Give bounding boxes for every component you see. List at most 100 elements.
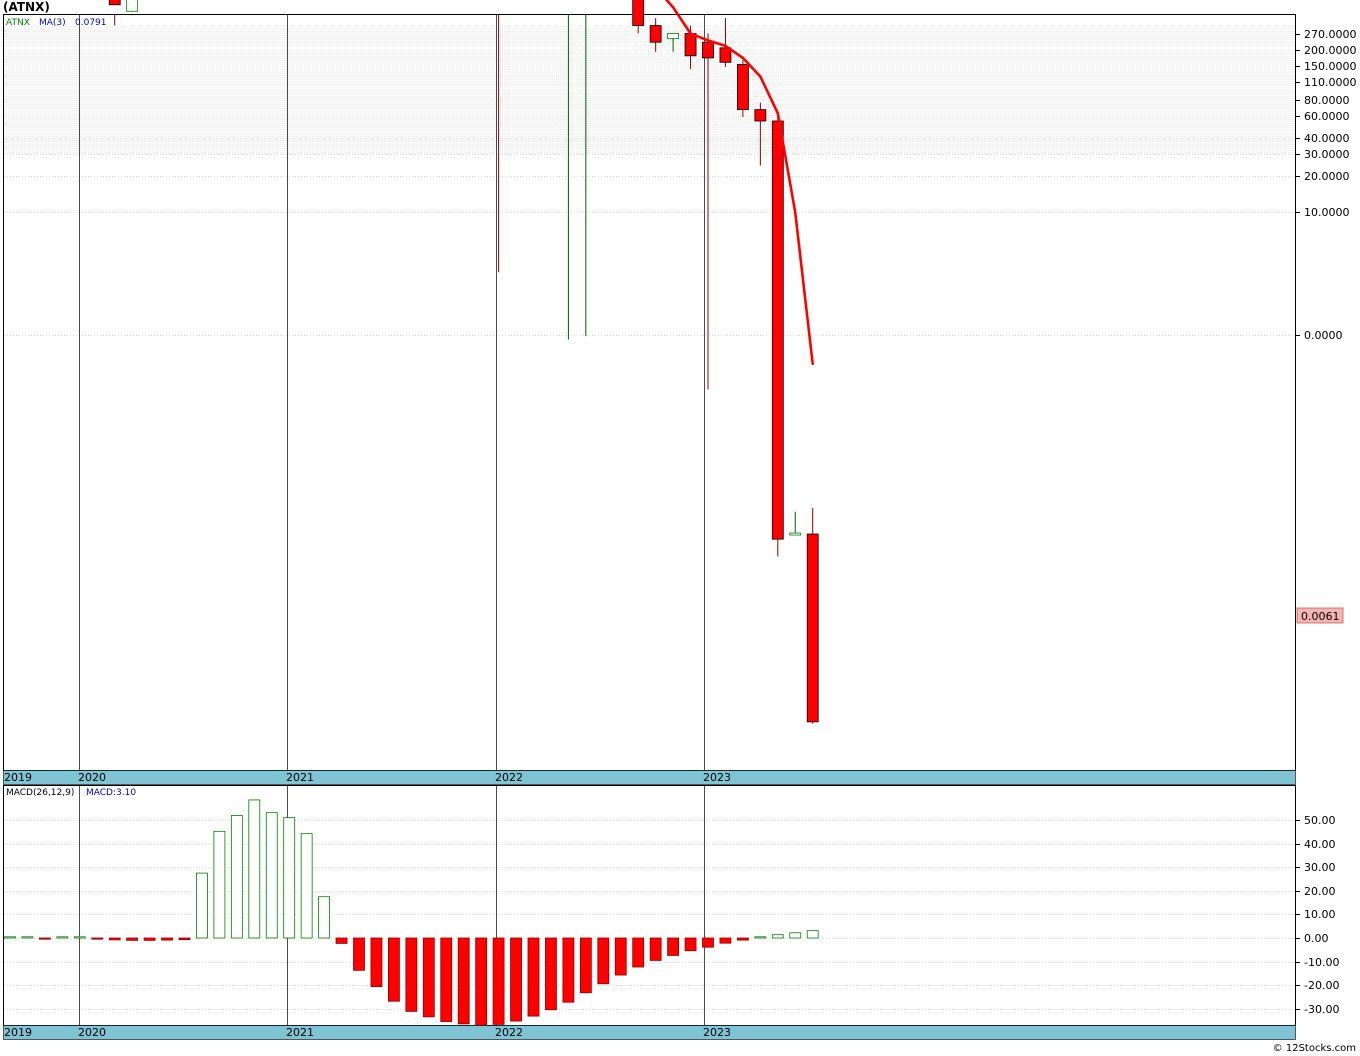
macd-bar xyxy=(527,937,540,1017)
x-tick-label: 2021 xyxy=(286,771,314,784)
macd-bar xyxy=(73,936,86,939)
x-tick-label: 2023 xyxy=(703,771,731,784)
candle-body xyxy=(108,0,121,6)
macd-bar xyxy=(178,937,191,941)
macd-bar xyxy=(806,930,819,939)
macd-y-tick-label: 40.00 xyxy=(1304,838,1336,851)
macd-bar xyxy=(422,937,435,1018)
macd-bar xyxy=(667,937,679,956)
macd-bar xyxy=(789,932,802,939)
candle-body xyxy=(771,120,784,540)
macd-bar xyxy=(248,799,261,939)
macd-bar xyxy=(126,937,139,941)
macd-bar xyxy=(702,937,714,948)
macd-bar xyxy=(353,937,365,971)
macd-bar xyxy=(4,936,16,939)
macd-bar xyxy=(510,937,522,1022)
macd-bar xyxy=(143,937,156,941)
macd-bar xyxy=(562,937,575,1003)
candle-body xyxy=(684,33,697,57)
macd-bar xyxy=(161,937,173,941)
x-tick-label: 2021 xyxy=(286,1026,314,1039)
last-price-label: 0.0061 xyxy=(1301,610,1340,623)
macd-bar xyxy=(213,830,226,939)
macd-bar xyxy=(108,937,121,941)
x-tick-label: 2023 xyxy=(703,1026,731,1039)
macd-y-tick-label: 0.00 xyxy=(1304,932,1329,945)
macd-bar xyxy=(196,872,208,939)
macd-y-tick-label: 20.00 xyxy=(1304,885,1336,898)
legend-ma-value: 0.0791 xyxy=(75,18,107,28)
x-tick-label: 2020 xyxy=(78,771,106,784)
y-tick-label: 80.0000 xyxy=(1304,94,1350,107)
macd-bar xyxy=(579,937,592,994)
y-tick-label: 30.0000 xyxy=(1304,148,1350,161)
macd-bar xyxy=(492,937,505,1025)
macd-bar xyxy=(684,937,697,952)
copyright-text: © 12Stocks.com xyxy=(1272,1043,1356,1054)
candle-body xyxy=(667,33,679,40)
macd-x-axis-band xyxy=(3,1025,1296,1040)
macd-bar xyxy=(91,937,104,940)
macd-bar xyxy=(283,817,296,939)
y-tick-label: 270.0000 xyxy=(1304,28,1357,41)
macd-y-tick-label: 30.00 xyxy=(1304,861,1336,874)
candle-body xyxy=(806,533,819,723)
candle-body xyxy=(737,64,749,111)
macd-y-tick-label: 10.00 xyxy=(1304,908,1336,921)
macd-bar xyxy=(597,937,610,985)
macd-bar xyxy=(335,937,348,944)
x-tick-label: 2022 xyxy=(495,771,523,784)
macd-bar xyxy=(545,937,557,1011)
legend-ma-label: MA(3) xyxy=(39,18,66,28)
y-tick-label: 0.0000 xyxy=(1304,329,1343,342)
x-tick-label: 2020 xyxy=(78,1026,106,1039)
x-tick-label: 2019 xyxy=(4,1026,32,1039)
y-tick-label: 60.0000 xyxy=(1304,110,1350,123)
macd-bar xyxy=(457,937,470,1025)
macd-bar xyxy=(440,937,453,1022)
macd-bar xyxy=(405,937,418,1012)
macd-legend-label: MACD(26,12,9) xyxy=(6,788,74,798)
macd-y-axis: 50.00 40.00 30.00 20.00 10.00 0.00 -10.00 -20.0… xyxy=(1295,814,1339,1016)
macd-bar xyxy=(300,833,313,939)
macd-bar xyxy=(56,936,69,939)
macd-y-tick-label: -10.00 xyxy=(1304,956,1339,969)
y-tick-label: 10.0000 xyxy=(1304,206,1350,219)
y-tick-label: 40.0000 xyxy=(1304,132,1350,145)
macd-legend-value: MACD:3.10 xyxy=(86,788,136,798)
stock-chart: 270.0000 200.0000 150.0000 110.0000 80.0000 6… xyxy=(3,0,1357,1040)
price-y-axis: 270.0000 200.0000 150.0000 110.0000 80.0000 6… xyxy=(1295,28,1357,342)
macd-bar xyxy=(370,937,383,988)
macd-y-tick-label: 50.00 xyxy=(1304,814,1336,827)
legend-symbol: ATNX xyxy=(6,18,30,28)
candle-body xyxy=(632,0,645,26)
macd-bar xyxy=(737,937,749,941)
price-x-axis-band xyxy=(3,770,1296,785)
y-tick-label: 200.0000 xyxy=(1304,44,1357,57)
macd-bar xyxy=(230,815,243,939)
macd-bar xyxy=(475,937,488,1026)
price-panel xyxy=(3,14,1296,771)
candle-body xyxy=(702,41,714,59)
candle-body xyxy=(126,0,139,12)
macd-bar xyxy=(632,937,645,968)
macd-bar xyxy=(21,936,34,939)
macd-bar xyxy=(614,937,627,976)
macd-bar xyxy=(265,812,278,939)
ma-segment xyxy=(664,0,675,9)
x-tick-label: 2019 xyxy=(4,771,32,784)
macd-bar xyxy=(318,896,331,939)
x-tick-label: 2022 xyxy=(495,1026,523,1039)
y-tick-label: 20.0000 xyxy=(1304,170,1350,183)
macd-bar xyxy=(771,934,784,939)
y-tick-label: 150.0000 xyxy=(1304,60,1357,73)
candle-body xyxy=(649,25,662,43)
macd-bar xyxy=(649,937,662,961)
macd-bar xyxy=(719,937,732,944)
macd-bar xyxy=(754,936,767,939)
macd-y-tick-label: -30.00 xyxy=(1304,1003,1339,1016)
macd-bar xyxy=(387,937,400,1002)
macd-y-tick-label: -20.00 xyxy=(1304,979,1339,992)
candle-body xyxy=(754,109,767,122)
